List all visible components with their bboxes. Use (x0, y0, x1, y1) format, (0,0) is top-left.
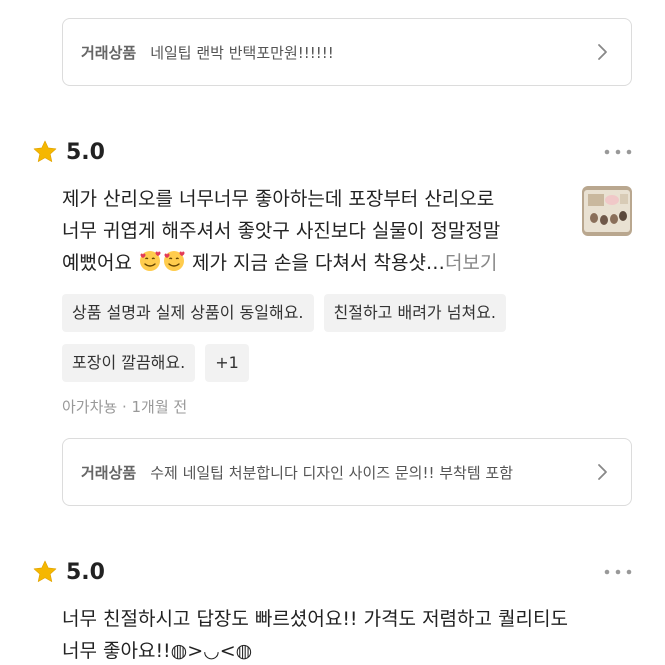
review-text-line: 너무 귀엽게 해주셔서 좋앗구 사진보다 실물이 정말정말 (62, 220, 501, 242)
smiling-face-with-hearts-icon (139, 251, 161, 271)
more-dots-icon[interactable] (603, 147, 633, 157)
review-text-line: 너무 좋아요!!◍>◡<◍ (62, 640, 253, 662)
review-tag: 포장이 깔끔해요. (62, 344, 196, 382)
review-tag: 친절하고 배려가 넘쳐요. (323, 294, 506, 332)
trade-item-title: 네일팁 랜박 반택포만원!!!!!! (150, 43, 334, 62)
review-score: 5.0 (66, 559, 105, 585)
review-text-line: 제가 산리오를 너무너무 좋아하는데 포장부터 산리오로 (62, 188, 495, 210)
review-score: 5.0 (66, 139, 105, 165)
review-text-fragment: 예뻤어요 (62, 252, 138, 274)
star-icon (33, 140, 57, 162)
review-text-line: 예뻤어요 제가 지금 손을 다쳐서 착용샷…더보기 (62, 247, 562, 279)
review-text: 너무 친절하시고 답장도 빠르셨어요!! 가격도 저렴하고 퀄리티도 너무 좋아… (62, 603, 642, 665)
review-tag-more[interactable]: +1 (205, 344, 249, 382)
star-icon (33, 560, 57, 582)
meta-separator: · (117, 398, 132, 416)
trade-item-label: 거래상품 (81, 463, 137, 482)
review-meta: 아가차뇽 · 1개월 전 (62, 396, 187, 417)
chevron-right-icon (598, 44, 607, 60)
review-rating-row: 5.0 (32, 137, 633, 167)
review-photo-image (582, 186, 632, 236)
trade-item-card[interactable]: 거래상품 수제 네일팁 처분합니다 디자인 사이즈 문의!! 부착템 포함 (62, 438, 632, 506)
trade-item-title: 수제 네일팁 처분합니다 디자인 사이즈 문의!! 부착템 포함 (150, 463, 514, 482)
review-time: 1개월 전 (131, 398, 188, 416)
more-dots-icon[interactable] (603, 567, 633, 577)
smiling-face-with-hearts-icon (163, 251, 185, 271)
trade-item-label: 거래상품 (81, 43, 137, 62)
chevron-right-icon (598, 464, 607, 480)
review-author: 아가차뇽 (62, 398, 118, 416)
review-text: 제가 산리오를 너무너무 좋아하는데 포장부터 산리오로 너무 귀엽게 해주셔서… (62, 183, 562, 279)
review-text-fragment: 제가 지금 손을 다쳐서 착용샷… (185, 252, 445, 274)
trade-item-card-top[interactable]: 거래상품 네일팁 랜박 반택포만원!!!!!! (62, 18, 632, 86)
review-photo-thumbnail[interactable] (582, 186, 632, 236)
review-tags: 상품 설명과 실제 상품이 동일해요. 친절하고 배려가 넘쳐요. 포장이 깔끔… (62, 294, 582, 382)
review-rating-row: 5.0 (32, 557, 633, 587)
review-tag: 상품 설명과 실제 상품이 동일해요. (62, 294, 314, 332)
read-more-link[interactable]: 더보기 (445, 252, 497, 274)
review-text-line: 너무 친절하시고 답장도 빠르셨어요!! 가격도 저렴하고 퀄리티도 (62, 608, 568, 630)
